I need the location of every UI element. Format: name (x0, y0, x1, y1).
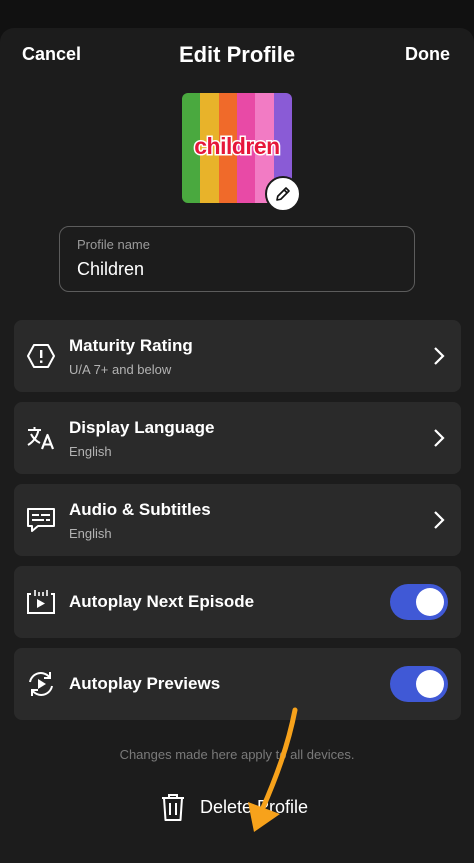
profile-name-field[interactable]: Profile name Children (59, 226, 415, 292)
profile-name-label: Profile name (77, 237, 150, 252)
row-title: Autoplay Next Episode (69, 592, 255, 611)
autoplay-next-episode-toggle[interactable] (390, 584, 448, 620)
toggle-knob (416, 670, 444, 698)
footer-note: Changes made here apply to all devices. (119, 747, 355, 762)
avatar-logo-text: children (193, 131, 282, 160)
header: Cancel Edit Profile Done (0, 28, 474, 82)
edit-profile-screen: Cancel Edit Profile Done children Profil… (0, 28, 474, 863)
autoplay-previews-toggle[interactable] (390, 666, 448, 702)
profile-name-input[interactable]: Children (77, 259, 144, 280)
row-title: Autoplay Previews (69, 674, 221, 693)
row-title: Audio & Subtitles (69, 500, 211, 519)
page-title: Edit Profile (178, 42, 296, 67)
edit-avatar-button[interactable] (265, 176, 301, 212)
autoplay-next-icon (27, 590, 55, 614)
done-button[interactable]: Done (405, 44, 450, 65)
autoplay-previews-row: Autoplay Previews (14, 648, 461, 720)
chevron-right-icon (434, 429, 445, 447)
audio-subtitles-row[interactable]: Audio & Subtitles English (14, 484, 461, 556)
maturity-warning-icon (27, 344, 55, 368)
chevron-right-icon (434, 347, 445, 365)
row-subtitle: U/A 7+ and below (69, 362, 172, 377)
autoplay-next-episode-row: Autoplay Next Episode (14, 566, 461, 638)
display-language-row[interactable]: Display Language English (14, 402, 461, 474)
pencil-icon (276, 187, 290, 201)
row-title: Display Language (69, 418, 215, 437)
subtitles-icon (27, 508, 55, 532)
trash-icon (162, 794, 184, 821)
toggle-knob (416, 588, 444, 616)
row-subtitle: English (69, 444, 112, 459)
row-title: Maturity Rating (69, 336, 193, 355)
row-subtitle: English (69, 526, 112, 541)
avatar-logo: children (190, 131, 284, 161)
autoplay-previews-icon (29, 672, 53, 696)
annotation-arrow-icon (248, 707, 298, 832)
language-icon (27, 427, 55, 450)
chevron-right-icon (434, 511, 445, 529)
maturity-rating-row[interactable]: Maturity Rating U/A 7+ and below (14, 320, 461, 392)
